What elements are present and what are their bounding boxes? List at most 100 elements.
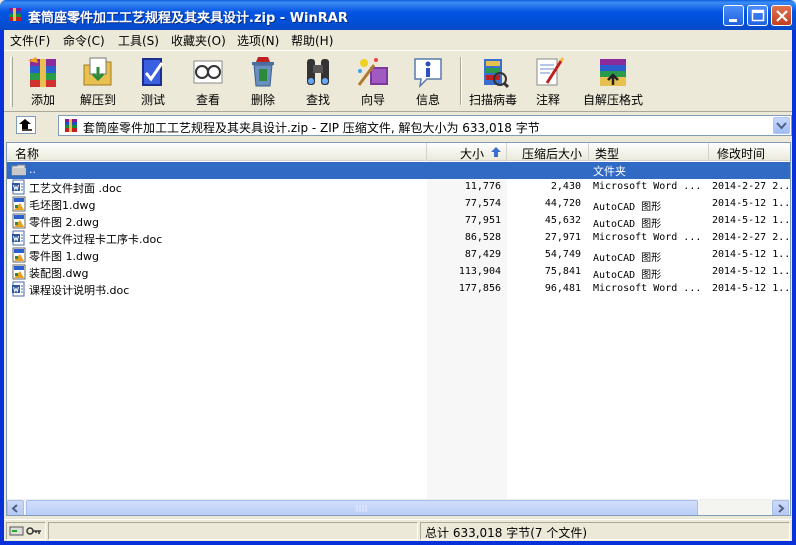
extract-folder-icon [83,57,112,86]
archive-icon [65,119,77,132]
comment-icon [536,57,565,86]
menu-favorites[interactable]: 收藏夹(O) [171,32,226,49]
wizard-wand-icon [357,58,388,86]
sfx-icon [600,59,626,86]
sfx-button[interactable]: 自解压格式 [583,53,643,109]
info-icon [414,58,442,89]
dwg-icon [12,247,26,263]
view-glasses-icon [193,60,223,84]
menu-bar: 文件(F) 命令(C) 工具(S) 收藏夹(O) 选项(N) 帮助(H) [4,30,792,50]
table-row[interactable]: 工艺文件封面 .doc 11,776 2,430 Microsoft Word ...… [7,179,790,196]
column-header-type[interactable]: 类型 [589,143,709,161]
minimize-button[interactable] [723,5,744,26]
close-button[interactable] [771,5,792,26]
address-bar: 套筒座零件加工工艺规程及其夹具设计.zip - ZIP 压缩文件, 解包大小为 … [4,112,792,138]
column-header-name-label: 名称 [15,147,40,161]
file-name: 零件图 1.dwg [29,250,99,263]
parent-folder-row[interactable]: .. 文件夹 [7,162,790,179]
file-name: 工艺文件过程卡工序卡.doc [29,233,163,246]
address-dropdown-button[interactable] [773,117,790,134]
scroll-thumb[interactable] [26,500,698,515]
column-header-packed[interactable]: 压缩后大小 [507,143,589,161]
archive-path-field[interactable]: 套筒座零件加工工艺规程及其夹具设计.zip - ZIP 压缩文件, 解包大小为 … [58,115,792,136]
file-modified: 2014-2-27 2... [712,181,791,192]
arrow-left-icon [11,504,18,513]
file-packed-size: 54,749 [544,249,581,260]
table-row[interactable]: 课程设计说明书.doc 177,856 96,481 Microsoft Word .… [7,281,790,298]
word-doc-icon [12,230,25,246]
table-row[interactable]: 零件图 2.dwg 77,951 45,632 AutoCAD 图形 2014-5-12… [7,213,790,230]
column-header-name[interactable]: 名称 [7,143,427,161]
file-type: AutoCAD 图形 [593,270,662,281]
file-modified: 2014-5-12 1... [712,215,791,226]
menu-options[interactable]: 选项(N) [237,32,279,49]
file-modified: 2014-5-12 1... [712,283,791,294]
archive-path-text: 套筒座零件加工工艺规程及其夹具设计.zip - ZIP 压缩文件, 解包大小为 … [83,121,540,135]
file-size: 86,528 [464,232,501,243]
parent-folder-name: .. [29,163,36,176]
add-archive-icon [28,57,56,87]
table-row[interactable]: 毛坯图1.dwg 77,574 44,720 AutoCAD 图形 2014-5-12 … [7,196,790,213]
column-header-modified-label: 修改时间 [717,147,766,161]
minimize-icon [729,19,737,22]
menu-commands[interactable]: 命令(C) [63,32,105,49]
file-name: 课程设计说明书.doc [29,284,130,297]
test-archive-icon [142,58,164,86]
file-packed-size: 45,632 [544,215,581,226]
file-name: 零件图 2.dwg [29,216,99,229]
toolbar: 添加 解压到 测试 查看 删除 查找 向导 信息 扫描病毒 注释 自解压格式 [4,50,792,112]
table-row[interactable]: 装配图.dwg 113,904 75,841 AutoCAD 图形 2014-5-12 … [7,264,790,281]
file-size: 11,776 [464,181,501,192]
horizontal-scrollbar[interactable] [7,499,790,515]
maximize-icon [751,9,765,22]
dwg-icon [12,196,26,212]
winrar-app-icon [9,8,21,21]
file-packed-size: 27,971 [544,232,581,243]
table-row[interactable]: 工艺文件过程卡工序卡.doc 86,528 27,971 Microsoft Word… [7,230,790,247]
drive-key-icon [9,526,41,536]
status-selection-panel [48,522,418,540]
word-doc-icon [12,281,25,297]
column-header-size[interactable]: 大小 [427,143,507,161]
column-header-type-label: 类型 [595,147,620,161]
status-total-panel: 总计 633,018 字节(7 个文件) [420,522,790,540]
title-bar[interactable]: 套筒座零件加工工艺规程及其夹具设计.zip - WinRAR [0,0,796,30]
file-modified: 2014-5-12 1... [712,249,791,260]
file-packed-size: 44,720 [544,198,581,209]
sort-ascending-icon [491,147,501,157]
file-type: AutoCAD 图形 [593,253,662,264]
column-header-size-label: 大小 [459,147,484,161]
scroll-right-button[interactable] [772,500,789,515]
up-folder-button[interactable] [16,116,36,134]
parent-folder-type: 文件夹 [593,165,626,178]
file-type: Microsoft Word ... [593,283,702,294]
menu-file[interactable]: 文件(F) [10,32,50,49]
info-button[interactable]: 信息 [399,53,457,109]
file-packed-size: 96,481 [544,283,581,294]
file-type: Microsoft Word ... [593,181,702,192]
comment-button[interactable]: 注释 [519,53,577,109]
menu-tools[interactable]: 工具(S) [118,32,159,49]
file-modified: 2014-5-12 1... [712,198,791,209]
status-total-text: 总计 633,018 字节(7 个文件) [425,526,588,540]
status-bar: 总计 633,018 字节(7 个文件) [4,519,792,541]
menu-help[interactable]: 帮助(H) [291,32,333,49]
dwg-icon [12,264,26,280]
list-header: 名称 大小 压缩后大小 类型 修改时间 [7,143,790,161]
file-type: AutoCAD 图形 [593,202,662,213]
delete-recycle-icon [252,57,274,87]
maximize-button[interactable] [747,5,768,26]
scroll-left-button[interactable] [7,500,24,515]
folder-icon [11,164,26,176]
file-list[interactable]: 名称 大小 压缩后大小 类型 修改时间 .. 文件夹 工艺文件封面 .doc 11… [6,142,791,516]
file-packed-size: 2,430 [550,181,581,192]
window-frame-bottom [0,541,796,545]
file-name: 装配图.dwg [29,267,89,280]
column-header-packed-label: 压缩后大小 [521,147,582,161]
up-arrow-icon [19,119,32,131]
table-row[interactable]: 零件图 1.dwg 87,429 54,749 AutoCAD 图形 2014-5-12… [7,247,790,264]
file-modified: 2014-5-12 1... [712,266,791,277]
column-header-modified[interactable]: 修改时间 [709,143,790,161]
file-size: 77,951 [464,215,501,226]
chevron-down-icon [776,122,787,130]
